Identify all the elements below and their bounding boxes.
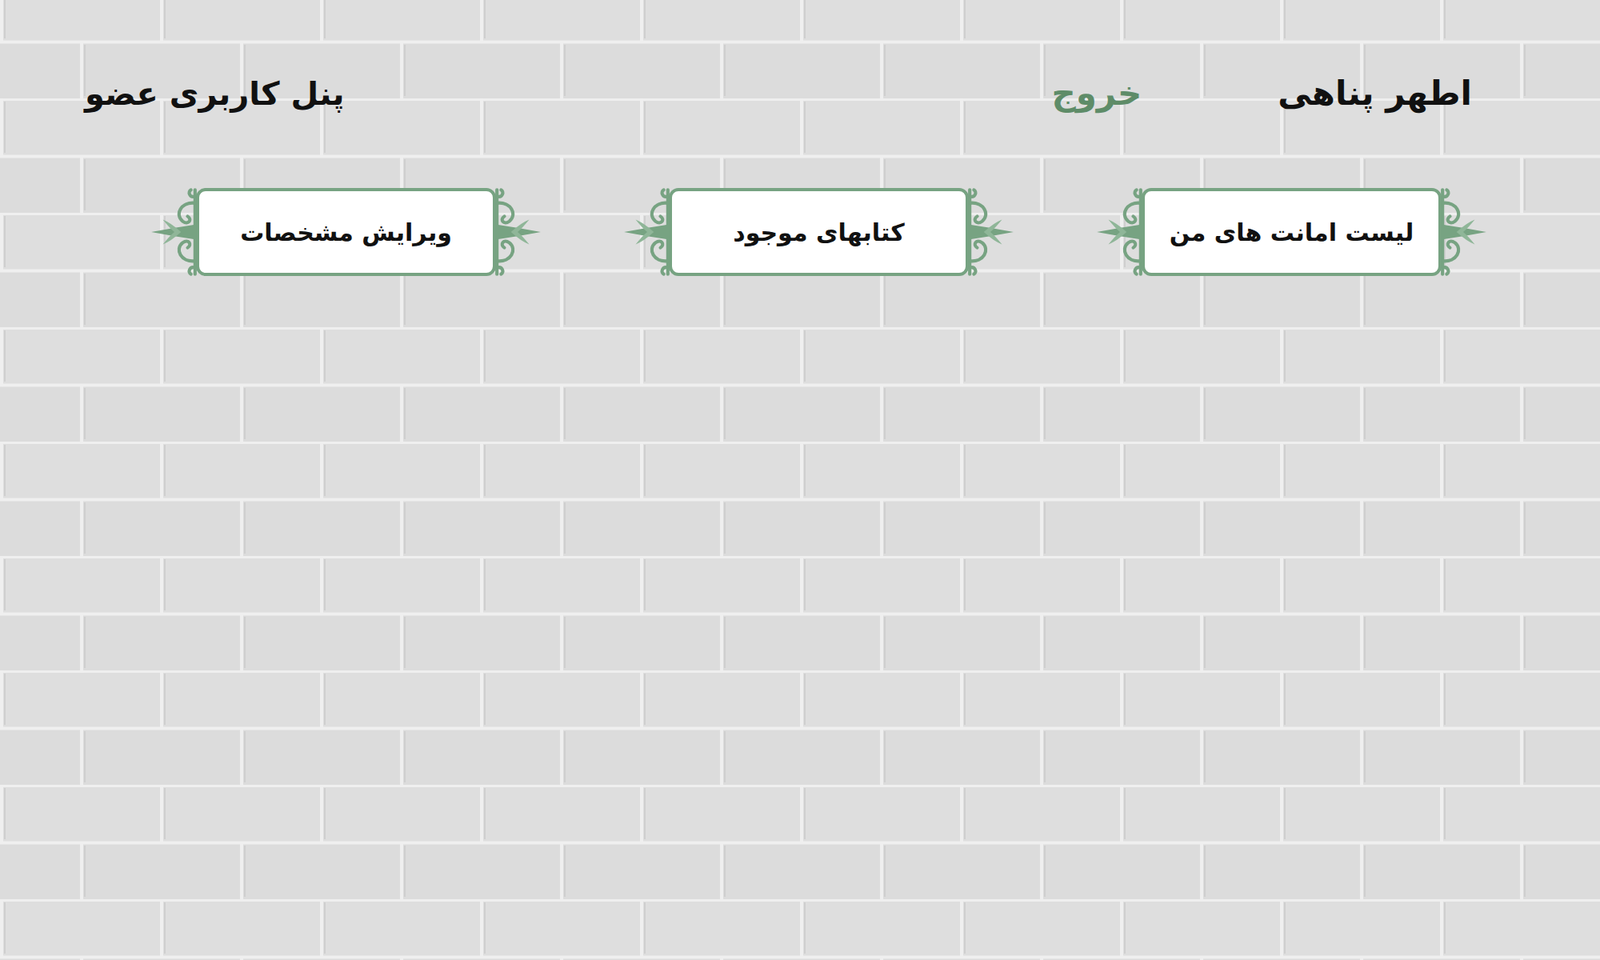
menu-button[interactable]: لیست امانت های من — [1141, 188, 1442, 276]
user-name: اطهر پناهی — [1277, 73, 1472, 113]
panel-title: پنل کاربری عضو — [84, 75, 345, 112]
ornament-icon — [965, 186, 1016, 278]
brick-background — [0, 0, 1600, 960]
menu-button[interactable]: ویرایش مشخصات — [196, 188, 496, 276]
ornament-icon — [1438, 186, 1488, 278]
menu-button[interactable]: کتابهای موجود — [668, 188, 969, 276]
member-panel-page: اطهر پناهیخروجپنل کاربری عضولیست امانت ه… — [0, 0, 1600, 960]
ornament-icon — [149, 186, 200, 278]
header-bar: اطهر پناهی خروج پنل کاربری عضو — [0, 0, 1600, 113]
logout-link[interactable]: خروج — [1051, 73, 1142, 113]
menu-item[interactable]: ویرایش مشخصات — [149, 186, 543, 278]
menu-item[interactable]: کتابهای موجود — [622, 186, 1016, 278]
ornament-icon — [622, 186, 672, 278]
ornament-icon — [492, 186, 543, 278]
ornament-icon — [1095, 186, 1145, 278]
menu-row: لیست امانت های من کتابهای موجود ویرایش مشخ… — [0, 112, 1600, 278]
menu-item[interactable]: لیست امانت های من — [1095, 186, 1488, 278]
